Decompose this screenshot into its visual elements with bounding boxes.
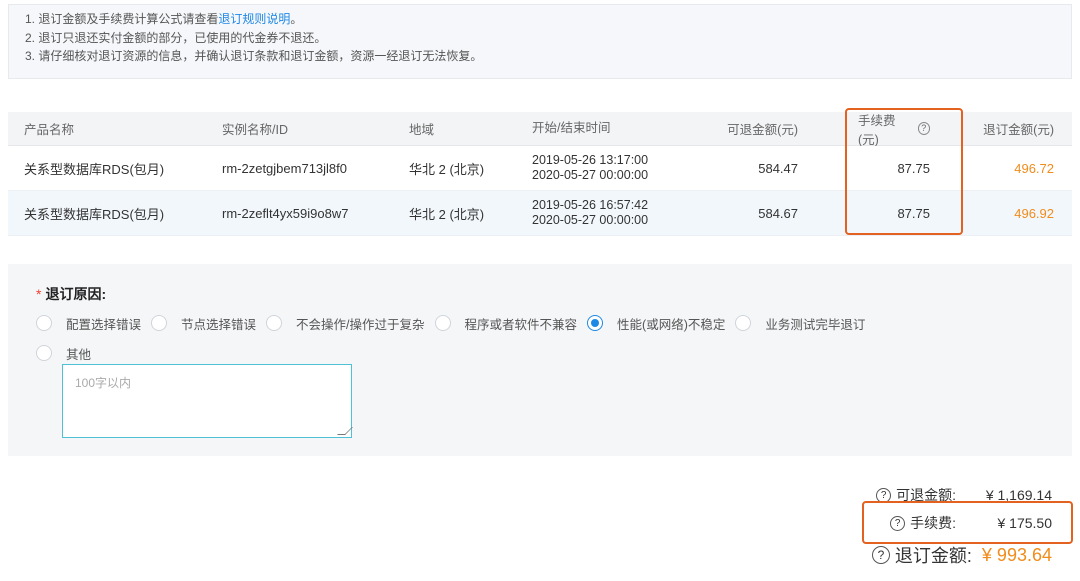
header-region: 地域 — [409, 123, 435, 137]
table-row: 关系型数据库RDS(包月) rm-2zeflt4yx59i9o8w7 华北 2 … — [8, 191, 1072, 236]
reason-textarea[interactable]: 100字以内 — [62, 364, 353, 438]
help-icon[interactable]: ? — [876, 487, 892, 503]
table-header: 产品名称 实例名称/ID 地域 开始/结束时间 可退金额(元) 手续费(元)? … — [8, 112, 1072, 147]
refund-table: 产品名称 实例名称/ID 地域 开始/结束时间 可退金额(元) 手续费(元)? … — [8, 112, 1072, 236]
summary-refundable: ? 可退金额: ¥ 1,169.14 — [872, 484, 1052, 506]
fee-amount: 87.75 — [897, 205, 930, 221]
reason-option[interactable]: 节点选择错误 — [151, 314, 256, 333]
instance-id: rm-2zetgjbem713jl8f0 — [222, 160, 348, 176]
refund-amount: 496.72 — [1014, 160, 1054, 176]
region: 华北 2 (北京) — [409, 206, 485, 222]
help-icon[interactable]: ? — [917, 122, 930, 135]
reason-title: * 退订原因: — [36, 286, 107, 302]
notice-line-3: 3. 请仔细核对退订资源的信息，并确认退订条款和退订金额，资源一经退订无法恢复。 — [25, 49, 483, 63]
reason-option[interactable]: 配置选择错误 — [36, 314, 141, 333]
radio-circle-icon[interactable] — [434, 315, 451, 331]
region: 华北 2 (北京) — [409, 161, 485, 177]
fee-amount: 87.75 — [897, 160, 930, 176]
refund-rules-link[interactable]: 退订规则说明 — [218, 12, 290, 26]
reason-option[interactable]: 业务测试完毕退订 — [735, 314, 865, 333]
refund-reason-panel: * 退订原因: 配置选择错误 节点选择错误 不会操作/操作过于复杂 程序或者软件不… — [8, 264, 1072, 456]
time-range: 2019-05-26 13:17:00 2020-05-27 00:00:00 — [532, 153, 649, 182]
header-refundable: 可退金额(元) — [727, 123, 798, 137]
time-range: 2019-05-26 16:57:42 2020-05-27 00:00:00 — [532, 198, 649, 227]
header-time: 开始/结束时间 — [532, 121, 611, 135]
help-icon[interactable]: ? — [871, 546, 890, 564]
refundable-amount: 584.47 — [758, 160, 798, 176]
radio-circle-icon[interactable] — [735, 315, 752, 331]
header-refund: 退订金额(元) — [983, 123, 1054, 137]
summary-fee: ? 手续费: ¥ 175.50 — [872, 512, 1060, 534]
table-row: 关系型数据库RDS(包月) rm-2zetgjbem713jl8f0 华北 2 … — [8, 146, 1072, 191]
product-name: 关系型数据库RDS(包月) — [24, 206, 165, 222]
refundable-amount: 584.67 — [758, 205, 798, 221]
instance-id: rm-2zeflt4yx59i9o8w7 — [222, 205, 349, 221]
radio-circle-icon[interactable] — [151, 315, 168, 331]
notice-line-2: 2. 退订只退还实付金额的部分，已使用的代金券不退还。 — [25, 30, 327, 45]
summary-total: ? 退订金额: ¥ 993.64 — [871, 540, 1052, 570]
product-name: 关系型数据库RDS(包月) — [24, 161, 165, 177]
notice-panel: 1. 退订金额及手续费计算公式请查看退订规则说明。 2. 退订只退还实付金额的部… — [8, 4, 1072, 79]
reason-option-other[interactable]: 其他 — [36, 344, 91, 363]
help-icon[interactable]: ? — [890, 515, 906, 531]
refund-amount: 496.92 — [1014, 205, 1054, 221]
reason-option-selected[interactable]: 性能(或网络)不稳定 — [587, 314, 725, 333]
notice-line-1: 1. 退订金额及手续费计算公式请查看退订规则说明。 — [25, 12, 303, 26]
reason-option[interactable]: 程序或者软件不兼容 — [434, 314, 577, 333]
resize-grip-icon[interactable] — [337, 427, 353, 435]
radio-circle-icon[interactable] — [36, 315, 52, 331]
header-fee: 手续费(元)? — [858, 112, 930, 147]
radio-circle-icon[interactable] — [266, 315, 283, 331]
reason-option[interactable]: 不会操作/操作过于复杂 — [266, 314, 425, 333]
refund-summary: ? 可退金额: ¥ 1,169.14 ? 手续费: ¥ 175.50 ? 退订金… — [871, 484, 1052, 570]
radio-circle-icon[interactable] — [36, 345, 52, 361]
header-instance: 实例名称/ID — [222, 123, 288, 137]
required-marker: * — [36, 286, 42, 302]
reason-radio-group: 配置选择错误 节点选择错误 不会操作/操作过于复杂 程序或者软件不兼容 性能(或… — [36, 312, 875, 364]
radio-checked-icon[interactable] — [587, 315, 604, 331]
header-product: 产品名称 — [24, 123, 75, 137]
